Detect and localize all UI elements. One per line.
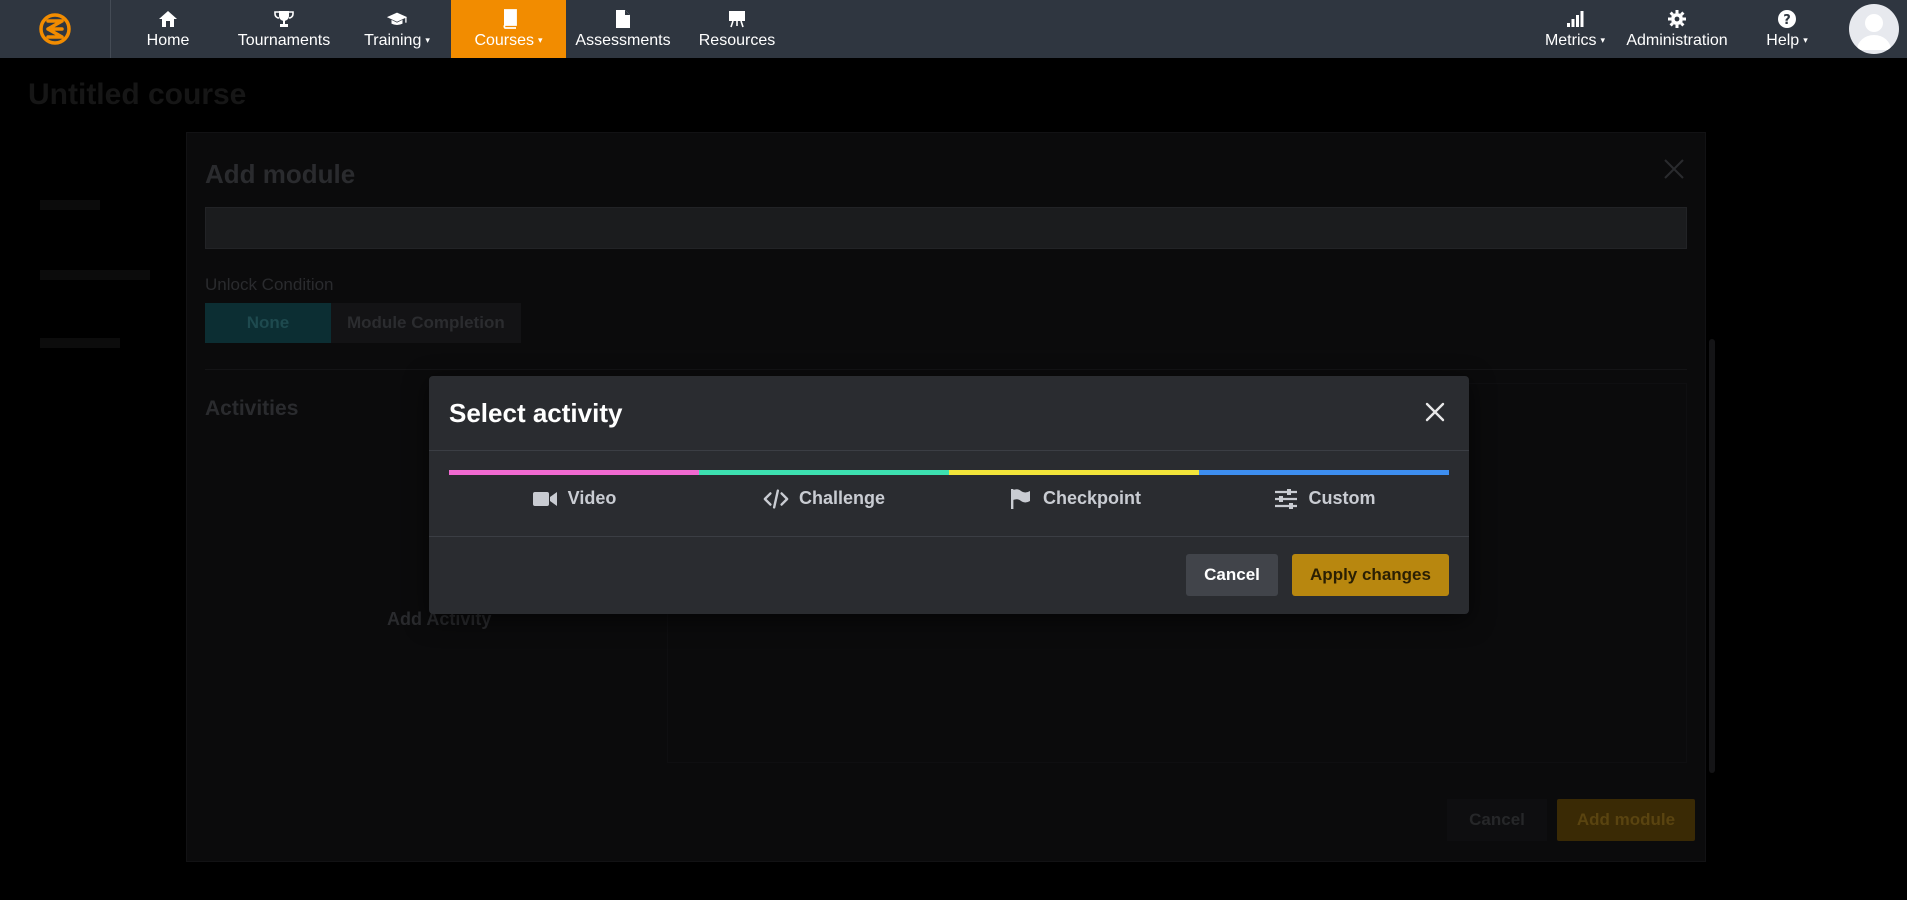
nav-item-assessments[interactable]: Assessments	[566, 0, 680, 58]
section-divider	[205, 369, 1687, 370]
tab-label-video: Video	[567, 488, 617, 508]
nav-item-training[interactable]: Training ▾	[343, 0, 451, 58]
nav-label-resources: Resources	[698, 32, 776, 49]
nav-item-metrics[interactable]: Metrics ▾	[1533, 0, 1617, 58]
gear-icon	[1666, 8, 1688, 30]
home-icon	[157, 8, 179, 30]
unlock-module-completion-option[interactable]: Module Completion	[331, 303, 521, 343]
dialog-title: Select activity	[449, 398, 623, 428]
top-navigation-bar: Home Tournaments Training ▾ Courses ▾ Asse…	[0, 0, 1907, 58]
nav-label-assessments: Assessments	[575, 32, 671, 49]
nav-label-courses: Courses	[474, 32, 535, 49]
question-icon: ?	[1776, 8, 1798, 30]
trophy-icon	[273, 8, 295, 30]
nav-label-tournaments: Tournaments	[237, 32, 331, 49]
activity-type-tabs: Video Challenge Checkpoint Custom	[449, 470, 1449, 522]
nav-label-administration: Administration	[1626, 32, 1728, 49]
nav-item-help[interactable]: ? Help ▾	[1737, 0, 1837, 58]
nav-item-tournaments[interactable]: Tournaments	[225, 0, 343, 58]
unlock-none-option[interactable]: None	[205, 303, 331, 343]
cancel-button[interactable]: Cancel	[1186, 554, 1278, 596]
bar-chart-icon	[1564, 8, 1586, 30]
module-description-textarea[interactable]	[205, 207, 1687, 249]
tab-video[interactable]: Video	[449, 470, 699, 522]
nav-item-home[interactable]: Home	[111, 0, 225, 58]
shield-logo-icon	[39, 13, 71, 45]
nav-label-metrics: Metrics	[1544, 32, 1597, 49]
flag-icon	[1007, 488, 1033, 510]
tab-label-challenge: Challenge	[798, 488, 886, 508]
module-cancel-button[interactable]: Cancel	[1447, 799, 1547, 841]
select-activity-dialog: Select activity Video Challenge Checkpoi…	[429, 376, 1469, 614]
nav-label-home: Home	[146, 32, 190, 49]
book-icon	[498, 8, 520, 30]
video-camera-icon	[532, 488, 558, 510]
sidebar-placeholder	[40, 200, 100, 210]
dialog-footer-divider	[429, 536, 1469, 537]
dialog-header-divider	[429, 450, 1469, 451]
tab-label-custom: Custom	[1308, 488, 1376, 508]
user-icon	[1857, 14, 1891, 50]
nav-item-courses[interactable]: Courses ▾	[451, 0, 566, 58]
svg-text:?: ?	[1783, 13, 1791, 28]
add-module-button[interactable]: Add module	[1557, 799, 1695, 841]
nav-item-administration[interactable]: Administration	[1617, 0, 1737, 58]
sidebar-placeholder	[40, 338, 120, 348]
apply-changes-button[interactable]: Apply changes	[1292, 554, 1449, 596]
unlock-condition-label: Unlock Condition	[205, 275, 334, 294]
document-icon	[612, 8, 634, 30]
nav-label-training: Training	[364, 32, 422, 49]
sliders-icon	[1273, 488, 1299, 510]
page-title: Untitled course	[28, 78, 247, 111]
activities-heading: Activities	[205, 397, 299, 420]
add-module-title: Add module	[205, 159, 356, 189]
user-avatar[interactable]	[1849, 4, 1899, 54]
chevron-down-icon: ▾	[1600, 35, 1606, 46]
brand-logo[interactable]	[0, 0, 111, 58]
nav-item-resources[interactable]: Resources	[680, 0, 794, 58]
nav-label-help: Help	[1766, 32, 1800, 49]
chevron-down-icon: ▾	[538, 35, 543, 46]
unlock-condition-toggle: None Module Completion	[205, 303, 521, 343]
tab-label-checkpoint: Checkpoint	[1042, 488, 1141, 508]
close-icon[interactable]	[1663, 155, 1685, 187]
code-icon	[763, 488, 789, 510]
chevron-down-icon: ▾	[1803, 35, 1808, 46]
chevron-down-icon: ▾	[425, 35, 430, 46]
dialog-scrollbar[interactable]	[1709, 339, 1715, 773]
tab-custom[interactable]: Custom	[1199, 470, 1449, 522]
easel-icon	[726, 8, 748, 30]
tab-checkpoint[interactable]: Checkpoint	[949, 470, 1199, 522]
sidebar-placeholder	[40, 270, 150, 280]
close-icon[interactable]	[1421, 398, 1449, 426]
graduation-cap-icon	[386, 8, 408, 30]
tab-challenge[interactable]: Challenge	[699, 470, 949, 522]
